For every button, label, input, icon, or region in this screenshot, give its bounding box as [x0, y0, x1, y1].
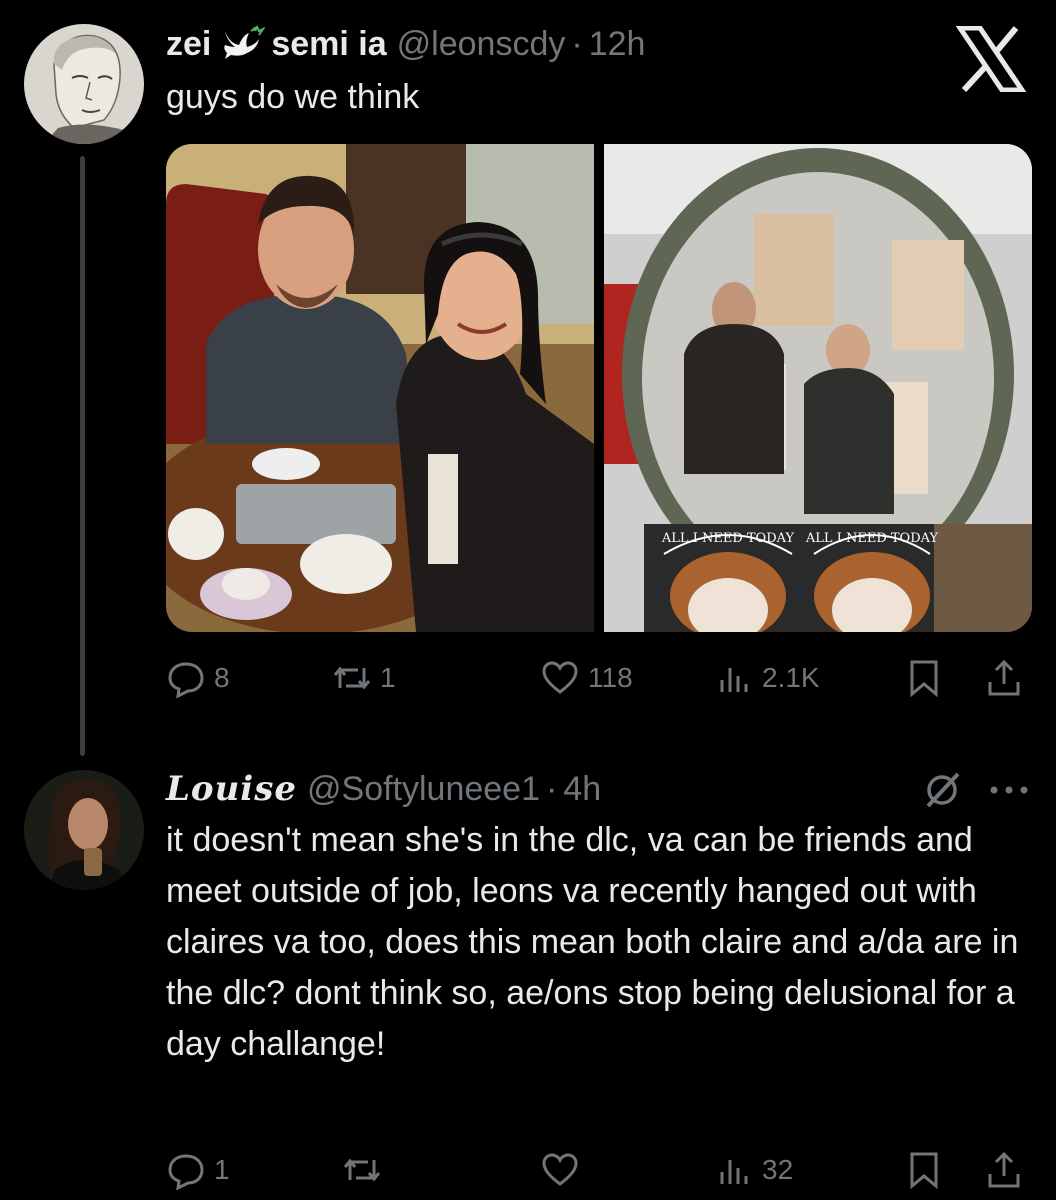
view-count: 2.1K — [762, 662, 820, 693]
photo-cafe-selfie[interactable] — [166, 144, 594, 632]
share-button[interactable] — [984, 1148, 1024, 1192]
share-icon — [988, 659, 1020, 696]
display-name[interactable]: Louise — [166, 769, 297, 809]
bookmark-icon — [910, 1152, 938, 1190]
like-icon — [542, 1153, 578, 1186]
x-logo-icon[interactable] — [955, 25, 1027, 93]
tweet-header: zei semi ia @leonscdy · 12h — [166, 24, 645, 64]
sign-text-1: ALL I NEED TODAY — [661, 531, 795, 546]
repost-icon — [343, 1158, 381, 1182]
user-handle[interactable]: @Softyluneee1 — [307, 769, 540, 809]
reply-button[interactable]: 8 — [166, 656, 230, 700]
more-icon[interactable] — [986, 770, 1032, 810]
thread-line — [80, 156, 85, 756]
user-handle[interactable]: @leonscdy — [397, 24, 566, 64]
reply-button[interactable]: 1 — [166, 1148, 230, 1192]
reply-count: 8 — [214, 662, 230, 693]
bookmark-button[interactable] — [904, 656, 944, 700]
avatar-louise[interactable] — [24, 770, 144, 890]
view-count: 32 — [762, 1154, 794, 1185]
repost-icon — [333, 666, 371, 690]
reply-icon — [168, 662, 204, 698]
views-icon — [720, 1160, 748, 1184]
separator-dot: · — [571, 25, 583, 63]
repost-button[interactable]: 1 — [332, 656, 396, 700]
tweet-media-grid: ALL I NEED TODAY ALL I NEED TODAY — [166, 144, 1032, 632]
views-icon — [720, 668, 748, 692]
bookmark-icon — [910, 660, 938, 698]
avatar-sketch-image — [24, 24, 144, 144]
like-icon — [542, 661, 578, 694]
views-button[interactable]: 2.1K — [714, 656, 820, 700]
like-count: 118 — [588, 662, 633, 693]
repost-count: 1 — [380, 662, 396, 693]
reply-header: Louise @Softyluneee1 · 4h — [166, 769, 601, 809]
reply-text: it doesn't mean she's in the dlc, va can… — [166, 821, 1019, 1063]
grok-icon[interactable] — [922, 770, 962, 810]
display-name-part-1[interactable]: zei — [166, 24, 211, 64]
avatar-zei[interactable] — [24, 24, 144, 144]
separator-dot: · — [546, 770, 558, 808]
like-button[interactable]: 118 — [540, 656, 633, 700]
repost-button[interactable] — [342, 1148, 390, 1192]
bookmark-button[interactable] — [904, 1148, 944, 1192]
avatar-photo-image — [24, 770, 144, 890]
share-button[interactable] — [984, 656, 1024, 700]
dove-icon — [219, 25, 267, 63]
timestamp[interactable]: 12h — [589, 24, 646, 64]
share-icon — [988, 1151, 1020, 1188]
reply-count: 1 — [214, 1154, 230, 1185]
reply-icon — [168, 1154, 204, 1190]
sign-text-2: ALL I NEED TODAY — [805, 531, 939, 546]
tweet-thread: zei semi ia @leonscdy · 12h guys do we t… — [0, 0, 1056, 1200]
views-button[interactable]: 32 — [714, 1148, 793, 1192]
like-button[interactable] — [540, 1148, 588, 1192]
timestamp[interactable]: 4h — [563, 769, 601, 809]
tweet-text: guys do we think — [166, 78, 420, 116]
photo-mirror[interactable]: ALL I NEED TODAY ALL I NEED TODAY — [604, 144, 1032, 632]
display-name-part-2[interactable]: semi ia — [271, 24, 386, 64]
reply-actions: 1 32 — [166, 1148, 1032, 1192]
tweet-actions: 8 1 118 2.1K — [166, 656, 1032, 700]
